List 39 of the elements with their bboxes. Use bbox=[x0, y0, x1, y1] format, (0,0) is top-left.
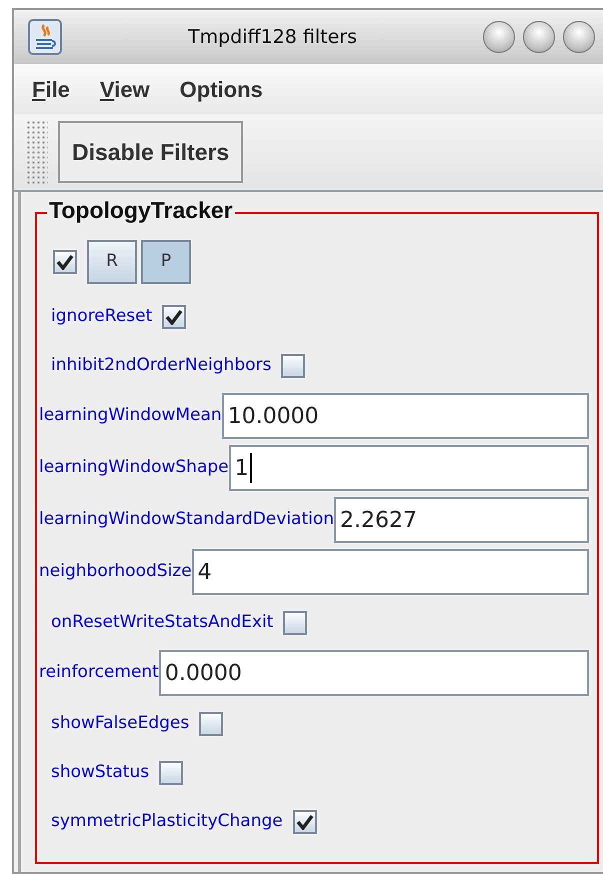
window-title: Tmpdiff128 filters bbox=[186, 24, 358, 50]
property-label: inhibit2ndOrderNeighbors bbox=[51, 354, 272, 377]
enable-checkbox[interactable] bbox=[53, 250, 77, 274]
input-field[interactable]: 1 bbox=[228, 445, 589, 491]
toggle-button[interactable]: P bbox=[141, 240, 191, 284]
coffee-cup-icon bbox=[28, 19, 62, 55]
property-label: symmetricPlasticityChange bbox=[51, 810, 283, 833]
property-label: onResetWriteStatsAndExit bbox=[51, 610, 274, 634]
field-value: 1 bbox=[234, 454, 249, 482]
checkbox[interactable] bbox=[159, 760, 184, 784]
window-control-button[interactable] bbox=[523, 21, 555, 53]
menu-item[interactable]: View bbox=[100, 72, 150, 106]
field-value: 0.0000 bbox=[164, 660, 242, 688]
property-label: reinforcement bbox=[39, 661, 159, 684]
property-label: showStatus bbox=[51, 760, 150, 784]
property-label: showFalseEdges bbox=[51, 712, 190, 735]
checkbox[interactable] bbox=[199, 712, 224, 736]
input-field[interactable]: 4 bbox=[192, 549, 589, 595]
menu-item[interactable]: File bbox=[32, 72, 70, 106]
input-field[interactable]: 2.2627 bbox=[334, 497, 589, 543]
property-label: ignoreReset bbox=[51, 304, 152, 328]
disable-filters-button[interactable]: Disable Filters bbox=[58, 121, 244, 183]
window-control-button[interactable] bbox=[483, 21, 515, 53]
field-value: 4 bbox=[198, 558, 212, 586]
property-label: learningWindowMean bbox=[39, 404, 222, 428]
window-control-button[interactable] bbox=[563, 21, 595, 53]
checkbox[interactable] bbox=[292, 810, 317, 834]
field-value: 2.2627 bbox=[340, 506, 418, 534]
input-field[interactable]: 10.0000 bbox=[222, 393, 589, 439]
checkbox[interactable] bbox=[162, 304, 186, 328]
checkbox[interactable] bbox=[283, 610, 308, 634]
property-label: learningWindowStandardDeviation bbox=[39, 508, 334, 532]
property-label: learningWindowShape bbox=[39, 456, 229, 480]
menu-item[interactable]: Options bbox=[180, 72, 263, 106]
checkbox[interactable] bbox=[281, 354, 306, 378]
property-label: neighborhoodSize bbox=[39, 560, 192, 584]
toggle-button[interactable]: R bbox=[87, 240, 137, 284]
input-field[interactable]: 0.0000 bbox=[158, 650, 589, 696]
field-value: 10.0000 bbox=[228, 402, 319, 430]
